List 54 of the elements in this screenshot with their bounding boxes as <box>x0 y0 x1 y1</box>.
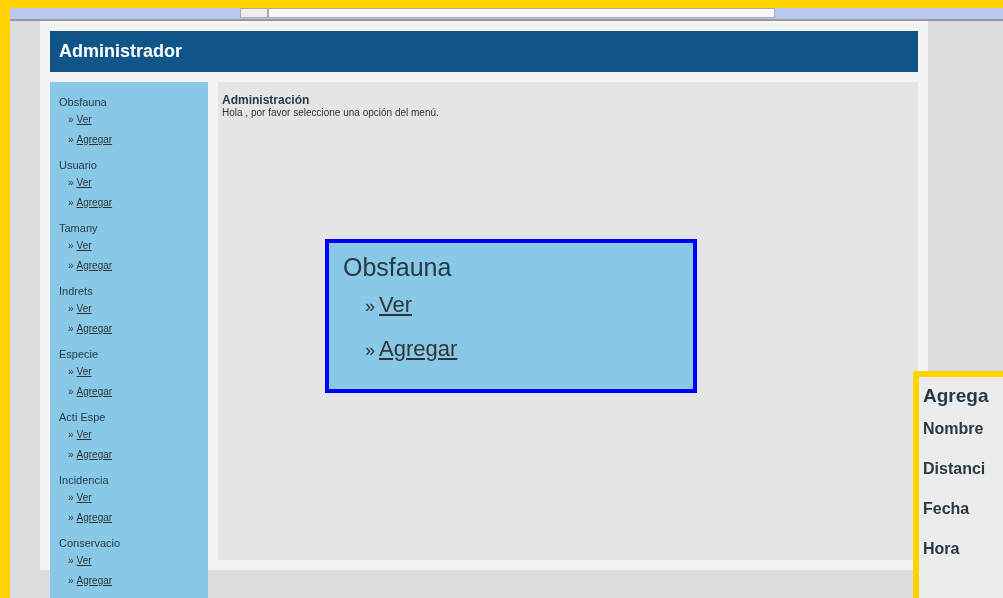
bullet-mark: » <box>68 303 74 314</box>
menu-heading: Acti Espe <box>59 411 107 425</box>
menu-heading: Incidencia <box>59 474 110 488</box>
bullet-mark: » <box>68 492 74 503</box>
field-label: Fecha <box>923 500 971 519</box>
menu-link[interactable]: Ver <box>76 429 92 440</box>
menu-link[interactable]: Ver <box>76 240 92 251</box>
bullet-mark: » <box>68 386 74 397</box>
field-label: Nombre <box>923 420 985 439</box>
menu-heading: Obsfauna <box>59 96 108 110</box>
menu-link[interactable]: Ver <box>76 555 92 566</box>
menu-link[interactable]: Ver <box>379 292 413 317</box>
bullet-mark: » <box>68 429 74 440</box>
menu-heading: Tamany <box>59 222 99 236</box>
bullet-mark: » <box>68 323 74 334</box>
toolbar-button[interactable] <box>240 8 268 18</box>
menu-heading: Conservacio <box>59 537 122 551</box>
menu-link[interactable]: Agregar <box>379 336 458 361</box>
bullet-mark: » <box>68 260 74 271</box>
field-label: Hora <box>923 540 961 559</box>
bullet-mark: » <box>68 512 74 523</box>
bullet-mark: » <box>365 296 375 316</box>
menu-heading: Indrets <box>59 285 94 299</box>
bullet-mark: » <box>68 240 74 251</box>
welcome-message: Hola , por favor seleccione una opción del menú. <box>222 107 440 118</box>
bullet-mark: » <box>68 366 74 377</box>
menu-link[interactable]: Ver <box>76 177 92 188</box>
menu-link[interactable]: Ver <box>76 114 92 125</box>
menu-link[interactable]: Agregar <box>76 512 113 523</box>
menu-heading: Usuario <box>59 159 98 173</box>
menu-link[interactable]: Agregar <box>76 260 113 271</box>
menu-link[interactable]: Ver <box>76 366 92 377</box>
bullet-mark: » <box>68 197 74 208</box>
bullet-mark: » <box>68 177 74 188</box>
form-title: Agrega <box>923 385 990 407</box>
site-title: Administrador <box>59 41 182 62</box>
bullet-mark: » <box>68 134 74 145</box>
menu-link[interactable]: Ver <box>76 303 92 314</box>
menu-link[interactable]: Agregar <box>76 386 113 397</box>
menu-heading: Especie <box>59 348 100 362</box>
menu-link[interactable]: Agregar <box>76 575 113 586</box>
menu-heading: Obsfauna <box>343 253 453 282</box>
bullet-mark: » <box>365 340 375 360</box>
content-title: Administración <box>222 93 311 107</box>
menu-link[interactable]: Agregar <box>76 134 113 145</box>
menu-link[interactable]: Agregar <box>76 449 113 460</box>
bullet-mark: » <box>68 555 74 566</box>
bullet-mark: » <box>68 449 74 460</box>
menu-link[interactable]: Agregar <box>76 323 113 334</box>
menu-link[interactable]: Agregar <box>76 197 113 208</box>
bullet-mark: » <box>68 575 74 586</box>
field-label: Distanci <box>923 460 987 479</box>
bullet-mark: » <box>68 114 74 125</box>
menu-link[interactable]: Ver <box>76 492 92 503</box>
